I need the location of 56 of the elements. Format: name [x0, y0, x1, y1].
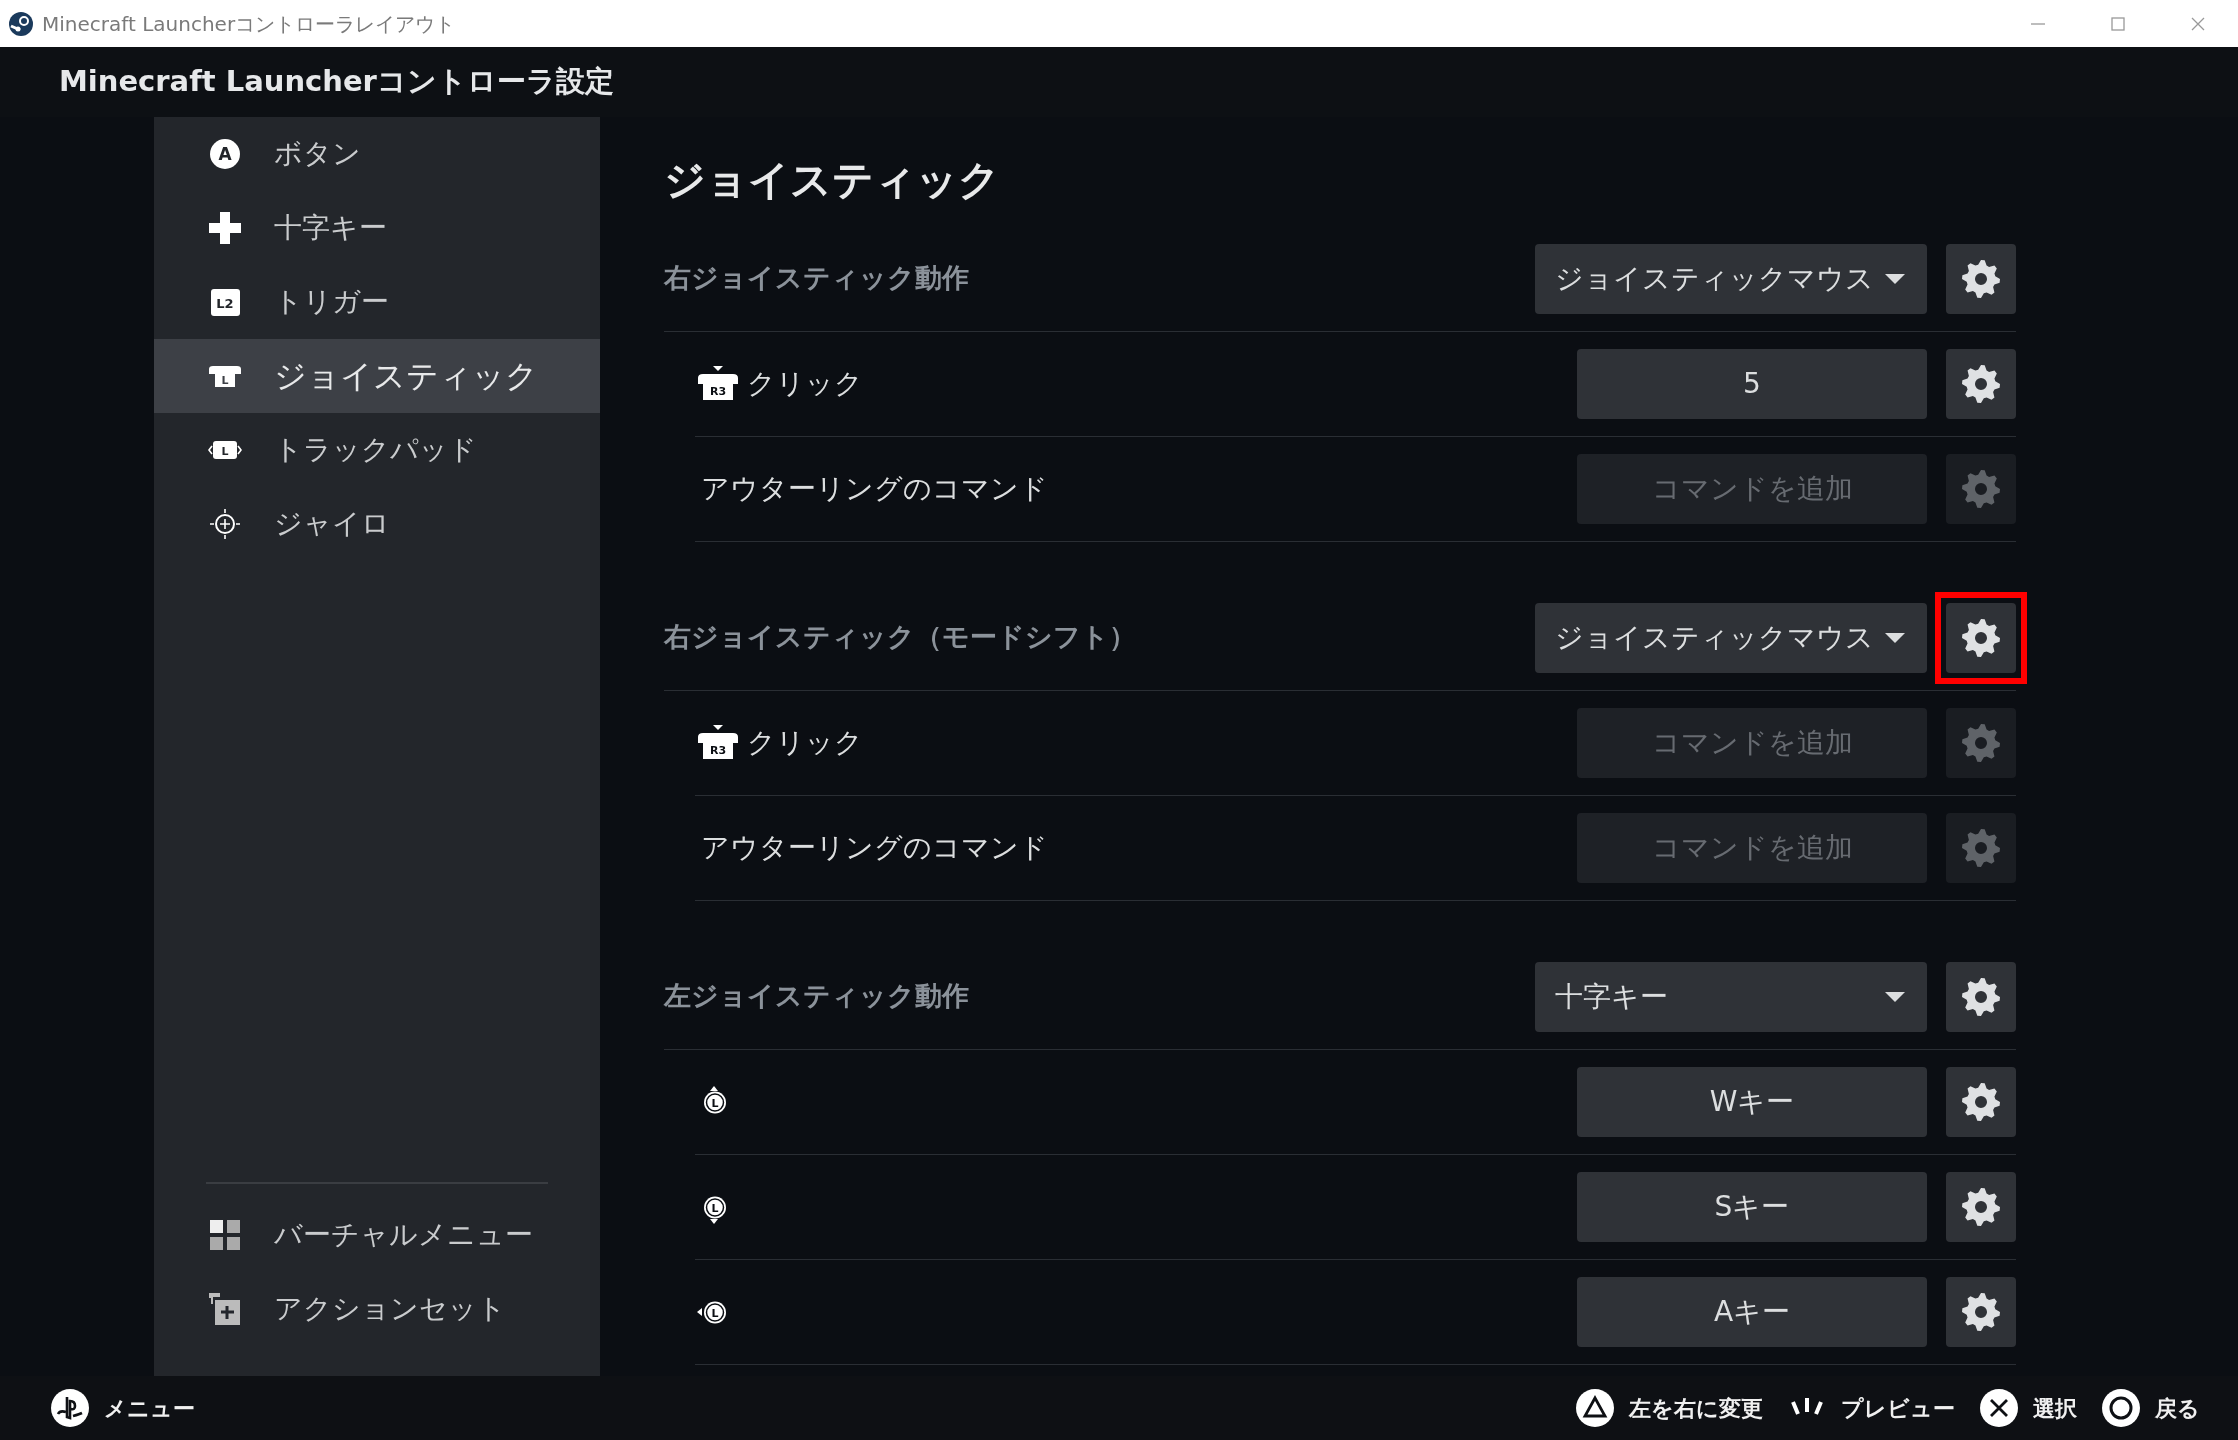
hint-label: プレビュー — [1841, 1394, 1955, 1423]
cross-button-icon[interactable] — [1979, 1388, 2019, 1428]
row-label: アウターリングのコマンド — [700, 470, 1048, 507]
mode-dropdown[interactable]: ジョイスティックマウス — [1535, 602, 1927, 673]
row-label: アウターリングのコマンド — [700, 829, 1048, 866]
settings-button[interactable] — [1946, 348, 2016, 419]
settings-button[interactable] — [1946, 602, 2016, 673]
command-button[interactable]: Wキー — [1577, 1066, 1927, 1137]
window-title: Minecraft Launcherコントローラレイアウト — [42, 10, 456, 38]
app-logo-icon — [8, 10, 34, 37]
caret-icon — [1883, 271, 1907, 286]
row-label: クリック — [746, 724, 863, 761]
settings-icon — [1962, 1082, 2000, 1121]
hint-label: 選択 — [2033, 1394, 2077, 1423]
sidebar-item[interactable]: A ボタン — [154, 117, 600, 191]
settings-button[interactable] — [1946, 961, 2016, 1032]
command-button[interactable]: Sキー — [1577, 1171, 1927, 1242]
section-title: 左ジョイスティック動作 — [664, 979, 970, 1014]
mode-dropdown[interactable]: 十字キー — [1535, 961, 1927, 1032]
settings-icon — [1962, 1292, 2000, 1331]
controller-logo-icon[interactable] — [50, 1388, 90, 1428]
settings-icon — [1962, 1187, 2000, 1226]
sidebar-item[interactable]: 十字キー — [154, 191, 600, 265]
sidebar-item[interactable]: L トラックパッド — [154, 413, 600, 487]
circle-button-icon[interactable] — [2101, 1388, 2141, 1428]
hint-label: 左を右に変更 — [1629, 1394, 1763, 1423]
settings-button[interactable] — [1946, 1171, 2016, 1242]
section-title: 右ジョイスティック（モードシフト） — [664, 620, 1137, 655]
hint-label: 戻る — [2155, 1394, 2200, 1423]
triangle-button-icon[interactable] — [1575, 1388, 1615, 1428]
mode-dropdown[interactable]: ジョイスティックマウス — [1535, 243, 1927, 314]
menu-label: メニュー — [104, 1394, 195, 1423]
sidebar-item[interactable]: ジャイロ — [154, 487, 600, 561]
settings-button[interactable] — [1946, 243, 2016, 314]
sidebar-item[interactable]: バーチャルメニュー — [154, 1198, 600, 1272]
plus-icon — [206, 209, 244, 247]
command-button[interactable]: Aキー — [1577, 1276, 1927, 1347]
settings-icon — [1962, 828, 2000, 867]
settings-icon — [1962, 618, 2000, 657]
row-label: クリック — [746, 365, 863, 402]
sidebar-item[interactable]: L ジョイスティック — [154, 339, 600, 413]
command-button[interactable]: 5 — [1577, 348, 1927, 419]
caret-icon — [1883, 630, 1907, 645]
section-heading: ジョイスティック — [664, 155, 1001, 206]
settings-icon — [1962, 364, 2000, 403]
settings-icon — [1962, 259, 2000, 298]
page-title: Minecraft Launcherコントローラ設定 — [59, 63, 614, 101]
settings-button[interactable] — [1946, 1066, 2016, 1137]
settings-icon — [1962, 723, 2000, 762]
section-title: 右ジョイスティック動作 — [664, 261, 970, 296]
caret-icon — [1883, 989, 1907, 1004]
settings-icon — [1962, 977, 2000, 1016]
sidebar-item[interactable]: アクションセット — [154, 1272, 600, 1346]
settings-button[interactable] — [1946, 1276, 2016, 1347]
settings-icon — [1962, 469, 2000, 508]
sidebar-item[interactable]: L2 トリガー — [154, 265, 600, 339]
